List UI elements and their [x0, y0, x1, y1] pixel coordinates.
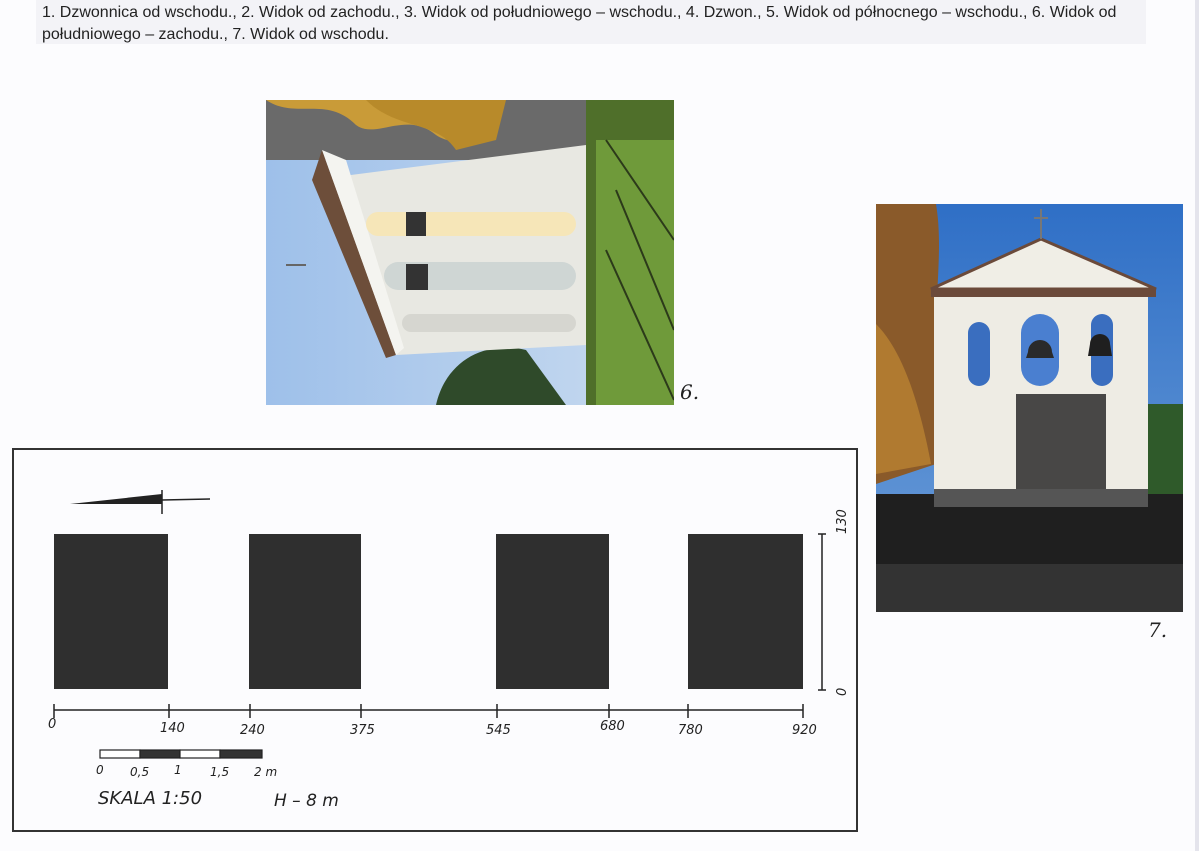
dim-label-140: 140	[160, 721, 185, 736]
dim-label-0: 0	[48, 717, 56, 732]
scale-label-0-5: 0,5	[130, 765, 149, 779]
north-arrow-icon	[70, 494, 162, 504]
plan-drawing-frame: 130 0 0 140 240 375 545 680 780 920 0 0,…	[12, 448, 858, 832]
height-text: H – 8 m	[274, 791, 339, 811]
pillar-2	[249, 534, 361, 689]
height-dim-0: 0	[835, 688, 850, 696]
dim-label-240: 240	[240, 723, 265, 738]
scan-edge	[1195, 0, 1199, 851]
dim-label-545: 545	[486, 723, 511, 738]
scale-text: SKALA 1:50	[98, 788, 202, 809]
dim-label-680: 680	[600, 719, 625, 734]
pillar-1	[54, 534, 168, 689]
height-dim-130: 130	[835, 509, 850, 534]
dim-label-375: 375	[350, 723, 375, 738]
bell-tower-photo-east	[876, 204, 1183, 612]
photo7-number-label: 7.	[1148, 618, 1168, 642]
caption-text: 1. Dzwonnica od wschodu., 2. Widok od za…	[36, 0, 1146, 44]
bell-tower-photo-southwest	[266, 100, 674, 405]
scale-label-0: 0	[96, 763, 104, 777]
pillar-3	[496, 534, 609, 689]
scale-label-2m: 2 m	[254, 765, 277, 779]
pillar-4	[688, 534, 803, 689]
scale-label-1: 1	[174, 763, 182, 777]
photo6-number-label: 6.	[680, 380, 700, 404]
plan-drawing: 130 0 0 140 240 375 545 680 780 920 0 0,…	[48, 490, 850, 811]
dim-label-780: 780	[678, 723, 703, 738]
scale-label-1-5: 1,5	[210, 765, 229, 779]
dim-label-920: 920	[792, 723, 817, 738]
